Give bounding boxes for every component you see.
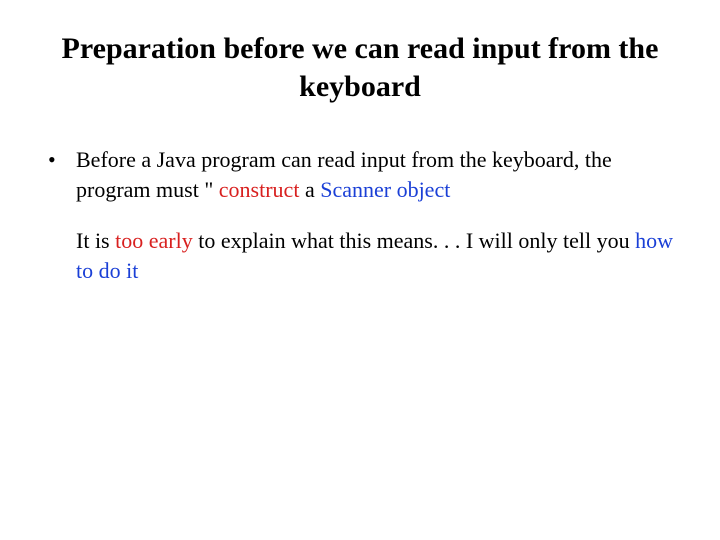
paragraph-2: It is too early to explain what this mea…	[40, 226, 680, 285]
slide-title: Preparation before we can read input fro…	[60, 30, 660, 105]
para2-too-early: too early	[115, 228, 193, 253]
bullet1-scanner-object: Scanner object	[320, 177, 450, 202]
bullet1-construct: construct	[219, 177, 300, 202]
bullet-list: Before a Java program can read input fro…	[40, 145, 680, 204]
para2-mid: to explain what this means. . . I will o…	[193, 228, 635, 253]
para2-lead: It is	[76, 228, 115, 253]
bullet-item-1: Before a Java program can read input fro…	[40, 145, 680, 204]
slide: Preparation before we can read input fro…	[0, 0, 720, 540]
slide-body: Before a Java program can read input fro…	[40, 145, 680, 286]
bullet1-space-a: a	[299, 177, 320, 202]
